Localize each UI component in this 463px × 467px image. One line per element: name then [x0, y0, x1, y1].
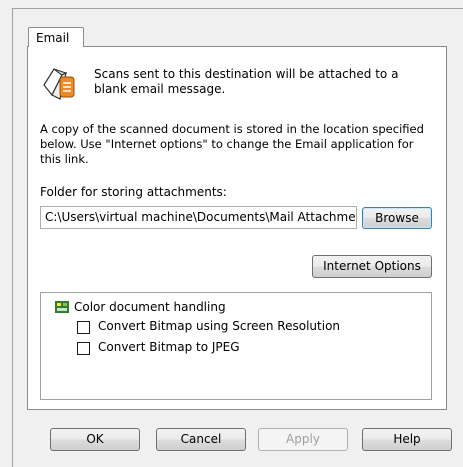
browse-button[interactable]: Browse	[362, 207, 432, 229]
ok-button[interactable]: OK	[50, 428, 140, 451]
convert-bitmap-screen-resolution-checkbox[interactable]	[77, 321, 90, 334]
window-frame-left	[12, 8, 13, 467]
help-button[interactable]: Help	[362, 428, 452, 451]
cancel-button[interactable]: Cancel	[156, 428, 246, 451]
color-document-handling-label[interactable]: Color document handling	[74, 300, 226, 314]
convert-bitmap-jpeg-checkbox[interactable]	[77, 342, 90, 355]
convert-bitmap-jpeg-label[interactable]: Convert Bitmap to JPEG	[98, 340, 240, 354]
apply-button[interactable]: Apply	[258, 428, 348, 451]
folder-path-field[interactable]: C:\Users\virtual machine\Documents\Mail …	[40, 206, 357, 229]
color-document-icon	[55, 301, 69, 313]
description-text: A copy of the scanned document is stored…	[40, 122, 424, 166]
intro-text: Scans sent to this destination will be a…	[94, 67, 399, 96]
internet-options-button[interactable]: Internet Options	[312, 255, 432, 278]
tab-email[interactable]: Email	[28, 27, 84, 47]
email-icon	[43, 68, 75, 100]
folder-label: Folder for storing attachments:	[40, 185, 227, 199]
convert-bitmap-screen-resolution-label[interactable]: Convert Bitmap using Screen Resolution	[98, 319, 340, 333]
window-frame-top	[12, 8, 463, 9]
